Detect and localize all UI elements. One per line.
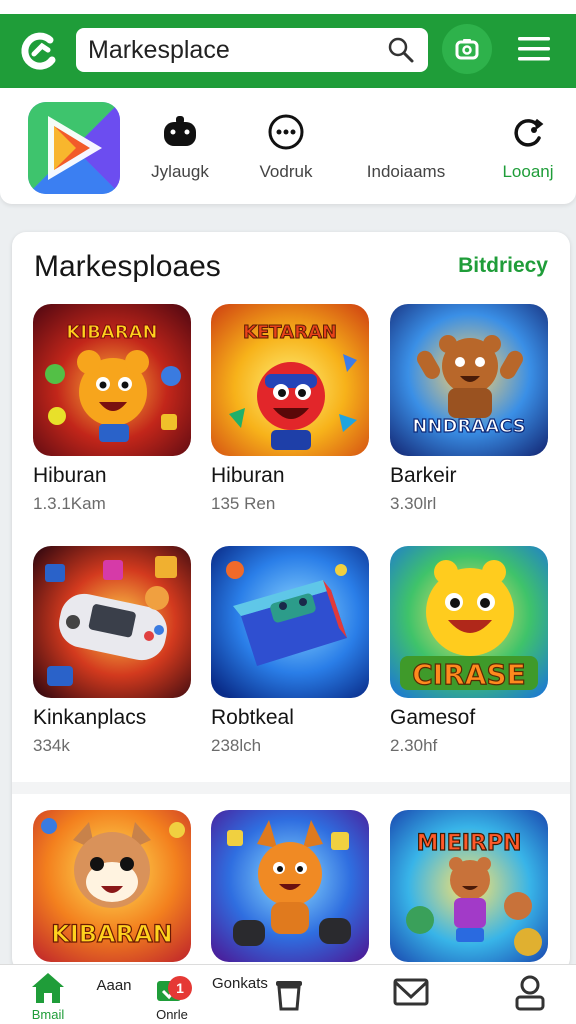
app-card[interactable]: Kinkanplacs 334k bbox=[33, 546, 191, 756]
search-bar[interactable]: Markesplace bbox=[76, 28, 428, 72]
camera-icon bbox=[455, 39, 479, 60]
category-tab-2[interactable]: Vodruk bbox=[226, 112, 346, 182]
app-card[interactable] bbox=[211, 810, 369, 962]
app-name: Barkeir bbox=[390, 464, 457, 487]
category-label: Looanj bbox=[502, 162, 554, 181]
bin-icon[interactable] bbox=[272, 975, 306, 1013]
app-name: Kinkanplacs bbox=[33, 706, 147, 729]
app-icon bbox=[211, 810, 369, 962]
app-card[interactable]: NNDRAACS Barkeir 3.30lrl bbox=[390, 304, 548, 514]
app-card[interactable]: KETARAN Hiburan 135 Ren bbox=[211, 304, 369, 514]
gamepad-icon bbox=[164, 116, 196, 146]
app-icon bbox=[211, 546, 369, 698]
app-icon bbox=[33, 546, 191, 698]
bottom-nav: Bmail Aaan Onrle Gonkats bbox=[0, 964, 576, 1024]
app-art-text: KIBARAN bbox=[66, 322, 157, 343]
app-meta: 135 Ren bbox=[211, 494, 276, 513]
category-label: Indoiaams bbox=[366, 162, 446, 181]
category-label: Jylaugk bbox=[151, 162, 209, 181]
app-meta: 334k bbox=[33, 736, 70, 755]
section-title: Markesploaes bbox=[34, 250, 221, 283]
search-input[interactable]: Markesplace bbox=[88, 36, 386, 65]
category-tab-4[interactable]: Looanj bbox=[468, 112, 576, 182]
nav-home[interactable]: Bmail bbox=[26, 971, 70, 1022]
app-icon: NNDRAACS bbox=[390, 304, 548, 456]
category-tab-1[interactable]: Jylaugk bbox=[120, 112, 240, 182]
app-meta: 1.3.1Kam bbox=[33, 494, 106, 513]
app-meta: 2.30hf bbox=[390, 736, 438, 755]
apps-panel: Markesploaes Bitdriecy KIBARAN Hiburan 1… bbox=[12, 232, 570, 972]
app-icon: MIEIRPN bbox=[390, 810, 548, 962]
app-art-text: KIBARAN bbox=[51, 920, 173, 948]
app-art-text: NNDRAACS bbox=[412, 416, 525, 437]
app-card[interactable]: KIBARAN Hiburan 1.3.1Kam bbox=[33, 304, 191, 514]
play-store-logo[interactable] bbox=[28, 102, 120, 194]
camera-button[interactable] bbox=[442, 24, 492, 74]
app-name: Hiburan bbox=[211, 464, 285, 487]
notification-badge: 1 bbox=[168, 976, 192, 1000]
app-logo-icon[interactable] bbox=[18, 30, 60, 72]
apps-icon bbox=[386, 112, 426, 152]
app-icon: KIBARAN bbox=[33, 304, 191, 456]
app-card[interactable]: KIBARAN bbox=[33, 810, 191, 962]
app-name: Robtkeal bbox=[211, 706, 294, 729]
menu-icon[interactable] bbox=[516, 34, 552, 64]
app-meta: 3.30lrl bbox=[390, 494, 437, 513]
nav-label: Onrle bbox=[156, 1007, 188, 1022]
refresh-icon bbox=[514, 118, 544, 147]
app-meta: 238lch bbox=[211, 736, 262, 755]
home-icon bbox=[32, 973, 64, 1003]
app-name: Gamesof bbox=[390, 706, 476, 729]
more-icon bbox=[268, 114, 304, 150]
search-icon[interactable] bbox=[386, 35, 416, 65]
category-nav: Jylaugk Vodruk Indoiaams Looanj bbox=[0, 88, 576, 204]
app-card[interactable]: MIEIRPN bbox=[390, 810, 548, 962]
app-icon: KIBARAN bbox=[33, 810, 191, 962]
profile-icon[interactable] bbox=[512, 973, 548, 1013]
nav-label: Bmail bbox=[31, 1007, 65, 1022]
mail-icon[interactable] bbox=[392, 975, 430, 1009]
section-more-link[interactable]: Bitdriecy bbox=[458, 254, 548, 278]
app-card[interactable]: CIRASE Gamesof 2.30hf bbox=[390, 546, 548, 756]
section-divider bbox=[12, 782, 570, 794]
nav-label-top[interactable]: Aaan bbox=[92, 977, 136, 994]
app-icon: CIRASE bbox=[390, 546, 548, 698]
top-bar: Markesplace bbox=[0, 0, 576, 88]
app-art-text: MIEIRPN bbox=[417, 831, 522, 856]
app-icon: KETARAN bbox=[211, 304, 369, 456]
app-name: Hiburan bbox=[33, 464, 107, 487]
category-tab-3[interactable]: Indoiaams bbox=[346, 112, 466, 182]
app-card[interactable]: Robtkeal 238lch bbox=[211, 546, 369, 756]
app-art-text: CIRASE bbox=[412, 658, 526, 691]
app-art-text: KETARAN bbox=[243, 322, 337, 343]
category-label: Vodruk bbox=[259, 162, 313, 181]
